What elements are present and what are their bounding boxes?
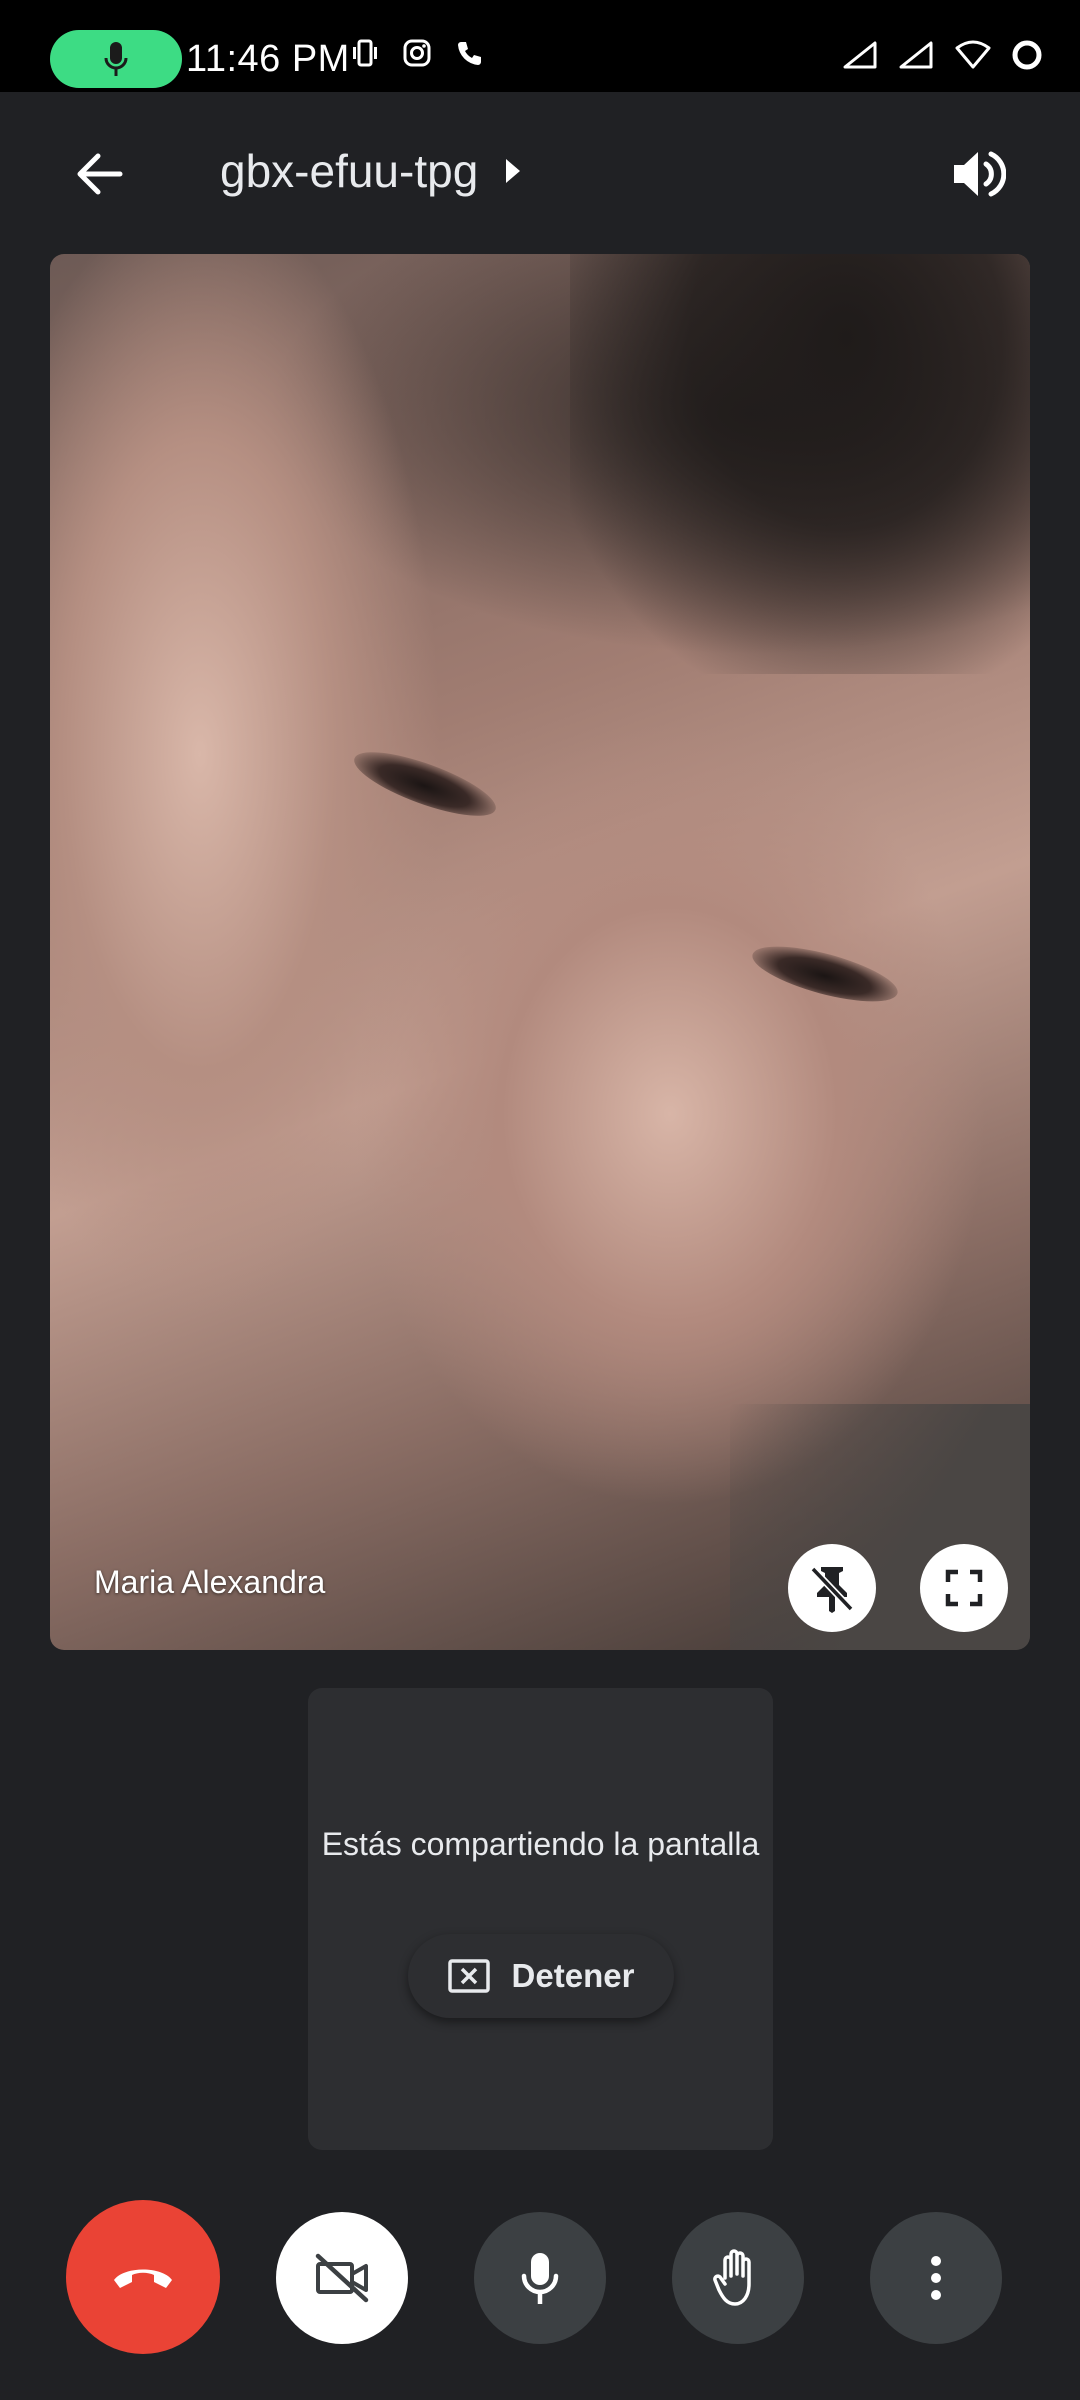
more-vert-icon bbox=[931, 2256, 941, 2300]
microphone-icon bbox=[521, 2253, 559, 2304]
fullscreen-button[interactable] bbox=[920, 1544, 1008, 1632]
hang-up-icon bbox=[114, 2269, 172, 2288]
app-bar: gbx-efuu-tpg bbox=[0, 92, 1080, 252]
mic-in-use-indicator[interactable] bbox=[50, 30, 182, 88]
call-controls bbox=[0, 2200, 1080, 2360]
meeting-code: gbx-efuu-tpg bbox=[220, 145, 479, 197]
system-icons bbox=[842, 38, 1044, 72]
back-button[interactable] bbox=[60, 134, 140, 214]
end-call-button[interactable] bbox=[66, 2200, 220, 2354]
signal-icon bbox=[843, 41, 877, 69]
mic-icon bbox=[104, 42, 128, 76]
camera-off-icon bbox=[315, 2253, 369, 2303]
back-arrow-icon bbox=[77, 153, 123, 195]
signal-icon bbox=[899, 41, 933, 69]
notification-icons bbox=[350, 38, 484, 68]
video-frame-detail bbox=[347, 739, 503, 829]
stop-share-icon bbox=[447, 1959, 490, 1993]
audio-output-button[interactable] bbox=[936, 132, 1020, 216]
video-frame-detail bbox=[570, 254, 1030, 674]
meeting-info-button[interactable]: gbx-efuu-tpg bbox=[220, 144, 522, 198]
video-frame-detail bbox=[747, 935, 903, 1013]
status-time: 11:46 PM bbox=[186, 38, 350, 80]
raise-hand-button[interactable] bbox=[672, 2212, 804, 2344]
status-bar: 11:46 PM bbox=[0, 0, 1080, 92]
more-options-button[interactable] bbox=[870, 2212, 1002, 2344]
stop-sharing-label: Detener bbox=[511, 1957, 635, 1994]
vibrate-icon bbox=[353, 39, 377, 67]
phone-icon bbox=[458, 42, 481, 65]
speaker-icon bbox=[954, 151, 1006, 197]
unpin-button[interactable] bbox=[788, 1544, 876, 1632]
wifi-icon bbox=[955, 40, 991, 69]
participant-video-tile[interactable]: Maria Alexandra bbox=[50, 254, 1030, 1650]
fullscreen-icon bbox=[945, 1569, 983, 1607]
participant-name: Maria Alexandra bbox=[94, 1564, 326, 1600]
screen-share-card: Estás compartiendo la pantalla Detener bbox=[308, 1688, 773, 2150]
microphone-toggle-button[interactable] bbox=[474, 2212, 606, 2344]
instagram-icon bbox=[403, 39, 431, 67]
caret-right-icon bbox=[506, 159, 521, 183]
camera-toggle-button[interactable] bbox=[276, 2212, 408, 2344]
unpin-icon bbox=[810, 1566, 854, 1613]
stop-sharing-button[interactable]: Detener bbox=[408, 1934, 674, 2018]
raise-hand-icon bbox=[713, 2249, 751, 2306]
battery-icon bbox=[1012, 40, 1042, 70]
screen-share-message: Estás compartiendo la pantalla bbox=[321, 1826, 760, 1862]
